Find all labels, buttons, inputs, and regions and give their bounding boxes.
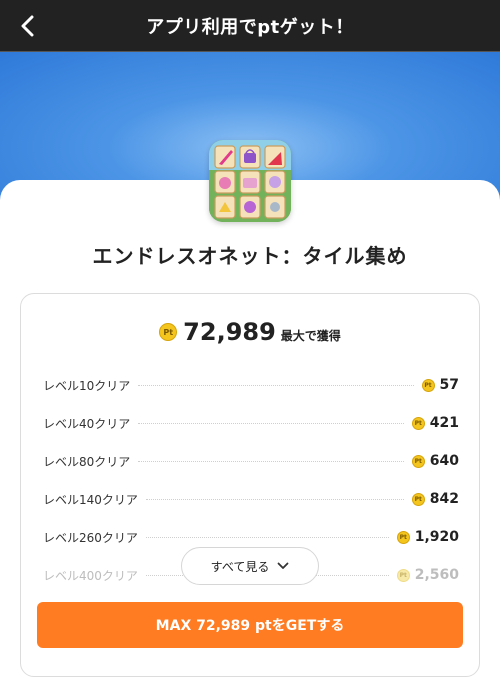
back-button[interactable] — [14, 12, 42, 40]
app-title: エンドレスオネット：タイル集め — [92, 244, 408, 268]
reward-points: Pt 842 — [411, 491, 459, 507]
reward-value: 2,560 — [414, 567, 459, 583]
chevron-left-icon — [21, 15, 34, 37]
see-all-button[interactable]: すべて見る — [181, 547, 319, 585]
top-bar: アプリ利用でptゲット！ — [0, 0, 500, 52]
reward-label: レベル400クリア — [43, 568, 138, 583]
reward-label: レベル80クリア — [43, 454, 131, 469]
chevron-down-icon — [277, 562, 289, 569]
point-coin-icon: Pt — [396, 568, 410, 582]
point-coin-icon: Pt — [411, 492, 425, 506]
point-coin-icon: Pt — [411, 454, 425, 468]
see-all-label: すべて見る — [210, 559, 270, 574]
reward-value: 640 — [429, 453, 459, 469]
max-points-value: 72,989 — [183, 318, 276, 346]
reward-value: 1,920 — [414, 529, 459, 545]
get-points-label: MAX 72,989 ptをGETする — [155, 618, 345, 634]
point-coin-icon: Pt — [396, 530, 410, 544]
reward-value: 421 — [429, 415, 459, 431]
dotted-leader — [138, 422, 404, 424]
point-coin-icon: Pt — [159, 323, 178, 341]
reward-row: レベル80クリア Pt 640 — [43, 442, 459, 480]
reward-points: Pt 2,560 — [396, 567, 459, 583]
reward-label: レベル10クリア — [43, 378, 131, 393]
reward-points: Pt 57 — [421, 377, 459, 393]
point-coin-icon: Pt — [411, 416, 425, 430]
reward-row: レベル140クリア Pt 842 — [43, 480, 459, 518]
dotted-leader — [145, 536, 389, 538]
reward-row: レベル10クリア Pt 57 — [43, 366, 459, 404]
reward-value: 57 — [439, 377, 459, 393]
max-points-summary: Pt 72,989 最大で獲得 — [21, 318, 479, 346]
page-title: アプリ利用でptゲット！ — [146, 16, 354, 38]
reward-points: Pt 421 — [411, 415, 459, 431]
reward-row: レベル40クリア Pt 421 — [43, 404, 459, 442]
reward-label: レベル140クリア — [43, 492, 138, 507]
tile-game-app-icon — [209, 140, 291, 222]
reward-label: レベル260クリア — [43, 530, 138, 545]
reward-value: 842 — [429, 491, 459, 507]
get-points-button[interactable]: MAX 72,989 ptをGETする — [37, 602, 463, 648]
reward-points: Pt 1,920 — [396, 529, 459, 545]
reward-card: Pt 72,989 最大で獲得 レベル10クリア Pt 57 レベル40クリア … — [20, 293, 480, 677]
max-points-suffix: 最大で獲得 — [280, 329, 341, 343]
point-coin-icon: Pt — [421, 378, 435, 392]
reward-label: レベル40クリア — [43, 416, 131, 431]
reward-points: Pt 640 — [411, 453, 459, 469]
dotted-leader — [145, 498, 404, 500]
dotted-leader — [138, 460, 404, 462]
dotted-leader — [138, 384, 414, 386]
